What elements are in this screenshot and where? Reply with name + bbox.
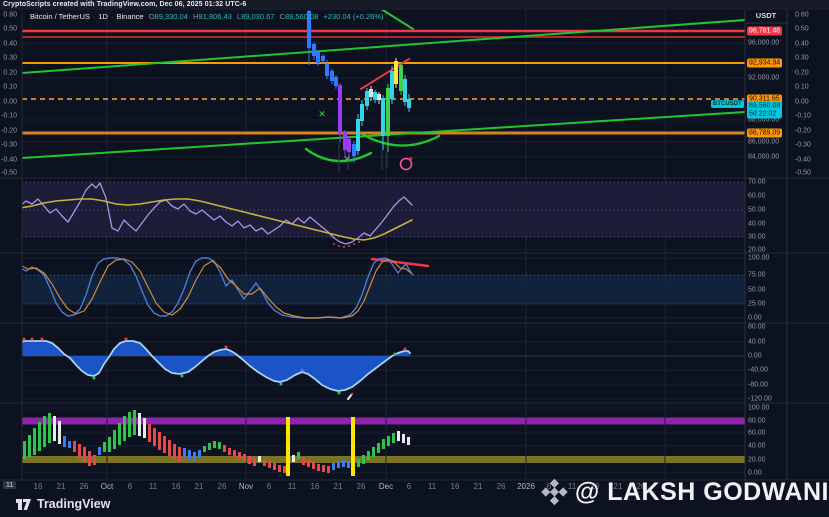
time-axis-highlight: 11 [3, 481, 17, 489]
time-axis-tick: 26 [79, 482, 89, 491]
top-status-bar: CryptoScripts created with TradingView.c… [0, 0, 829, 10]
left-scale-tick: -0.10 [1, 112, 17, 120]
watermark: @ LAKSH GODWANI [540, 470, 829, 514]
left-scale-tick: 0.30 [3, 54, 17, 62]
current-price: 89,560.08 [749, 102, 781, 109]
price-pane[interactable] [22, 10, 745, 178]
tradingview-brand-text: TradingView [37, 497, 111, 511]
price-scale-tick: 60.00 [748, 429, 766, 437]
time-axis-tick: 16 [310, 482, 320, 491]
outer-scale-tick: 0.20 [795, 69, 809, 77]
price-label-demand: 86,789.09 [747, 128, 783, 138]
price-scale-tick: 80.00 [748, 323, 766, 331]
left-scale-tick: -0.50 [1, 169, 17, 177]
outer-scale-tick: 0.60 [795, 11, 809, 19]
price-scale-tick: 50.00 [748, 286, 766, 294]
time-axis-tick: 26 [496, 482, 506, 491]
price-scale-tick: 40.00 [748, 338, 766, 346]
price-scale-tick: 86,000.00 [748, 138, 780, 146]
price-scale-tick: 0.00 [748, 314, 762, 322]
price-scale-currency[interactable]: USDT [746, 11, 786, 20]
time-axis-tick: Dec [378, 482, 394, 491]
price-scale-tick: 40.00 [748, 442, 766, 450]
time-axis-tick: Oct [100, 482, 114, 491]
tradingview-chart-window: ✕ ✕ CryptoScripts created with TradingVie… [0, 0, 829, 517]
price-scale-tick: 20.00 [748, 456, 766, 464]
outer-scale-tick: -0.50 [795, 169, 811, 177]
outer-scale-tick: -0.10 [795, 112, 811, 120]
price-scale-tick: 92,000.00 [748, 74, 780, 82]
outer-scale-tick: 0.50 [795, 25, 809, 33]
time-axis-tick: 6 [266, 482, 272, 491]
price-scale-tick: 30.00 [748, 233, 766, 241]
left-scale-tick: -0.40 [1, 156, 17, 164]
price-label-supply: 92,934.94 [747, 58, 783, 68]
time-axis-tick: 6 [127, 482, 133, 491]
time-axis-tick: Nov [238, 482, 254, 491]
histogram-pane[interactable] [22, 403, 745, 480]
left-scale-tick: 0.00 [3, 98, 17, 106]
time-axis-tick: 21 [333, 482, 343, 491]
time-axis-tick: 26 [356, 482, 366, 491]
rsi-pane[interactable] [22, 178, 745, 253]
tradingview-logo[interactable]: TradingView [16, 495, 110, 513]
left-scale-tick: 0.20 [3, 69, 17, 77]
price-scale-tick: 50.00 [748, 206, 766, 214]
price-scale-tick: 100.00 [748, 254, 770, 262]
watermark-handle: @ LAKSH GODWANI [574, 477, 829, 506]
time-axis-tick: 21 [473, 482, 483, 491]
price-scale-tick: 84,000.00 [748, 153, 780, 161]
time-axis-tick: 2026 [517, 482, 535, 491]
price-scale-tick: -120.00 [748, 395, 772, 403]
price-scale-tick: -80.00 [748, 381, 768, 389]
price-label-current: 89,560.08 5d 22:02 [747, 101, 783, 119]
outer-right-value-scale[interactable]: 0.60 0.50 0.40 0.30 0.20 0.10 0.00 -0.10 -0.20 -0… [791, 0, 829, 180]
left-value-scale[interactable]: 0.60 0.50 0.40 0.30 0.20 0.10 0.00 -0.10 -0.20 -0… [0, 0, 19, 180]
chart-caption: CryptoScripts created with TradingView.c… [3, 1, 247, 8]
time-axis-tick: 16 [171, 482, 181, 491]
tradingview-logo-icon [16, 499, 31, 510]
price-scale-tick: 0.00 [748, 352, 762, 360]
bar-countdown: 5d 22:02 [749, 110, 777, 117]
left-scale-tick: 0.10 [3, 83, 17, 91]
left-scale-tick: 0.50 [3, 25, 17, 33]
stochastic-pane[interactable] [22, 253, 745, 323]
price-scale-tick: 70.00 [748, 178, 766, 186]
outer-scale-tick: 0.30 [795, 54, 809, 62]
price-scale-tick: 60.00 [748, 192, 766, 200]
time-axis-tick: 16 [450, 482, 460, 491]
outer-scale-tick: -0.30 [795, 141, 811, 149]
price-scale-tick: -40.00 [748, 366, 768, 374]
time-axis-tick: 11 [427, 482, 437, 491]
outer-scale-tick: 0.40 [795, 40, 809, 48]
outer-scale-tick: -0.20 [795, 127, 811, 135]
momentum-pane[interactable] [22, 323, 745, 403]
diamond-logo-icon [541, 478, 568, 506]
price-scale-tick: 80.00 [748, 417, 766, 425]
outer-scale-tick: -0.40 [795, 156, 811, 164]
price-scale[interactable]: USDT 96,781.48 92,934.94 90,311.65 89,56… [746, 0, 787, 494]
price-scale-tick: 75.00 [748, 271, 766, 279]
time-axis-tick: 21 [56, 482, 66, 491]
time-axis-tick: 16 [33, 482, 43, 491]
time-axis-tick: 21 [194, 482, 204, 491]
price-scale-tick: 40.00 [748, 220, 766, 228]
left-scale-tick: -0.20 [1, 127, 17, 135]
price-scale-tick: 96,000.00 [748, 39, 780, 47]
outer-scale-tick: 0.10 [795, 83, 809, 91]
left-scale-tick: 0.60 [3, 11, 17, 19]
time-axis-tick: 11 [287, 482, 297, 491]
outer-scale-tick: 0.00 [795, 98, 809, 106]
time-axis-tick: 6 [406, 482, 412, 491]
left-scale-tick: 0.40 [3, 40, 17, 48]
price-label-resistance: 96,781.48 [747, 26, 783, 36]
price-scale-tick: 20.00 [748, 246, 766, 254]
price-scale-tick: 100.00 [748, 404, 770, 412]
time-axis-tick: 11 [148, 482, 158, 491]
price-scale-tick: 25.00 [748, 300, 766, 308]
left-scale-tick: -0.30 [1, 141, 17, 149]
time-axis-tick: 26 [217, 482, 227, 491]
